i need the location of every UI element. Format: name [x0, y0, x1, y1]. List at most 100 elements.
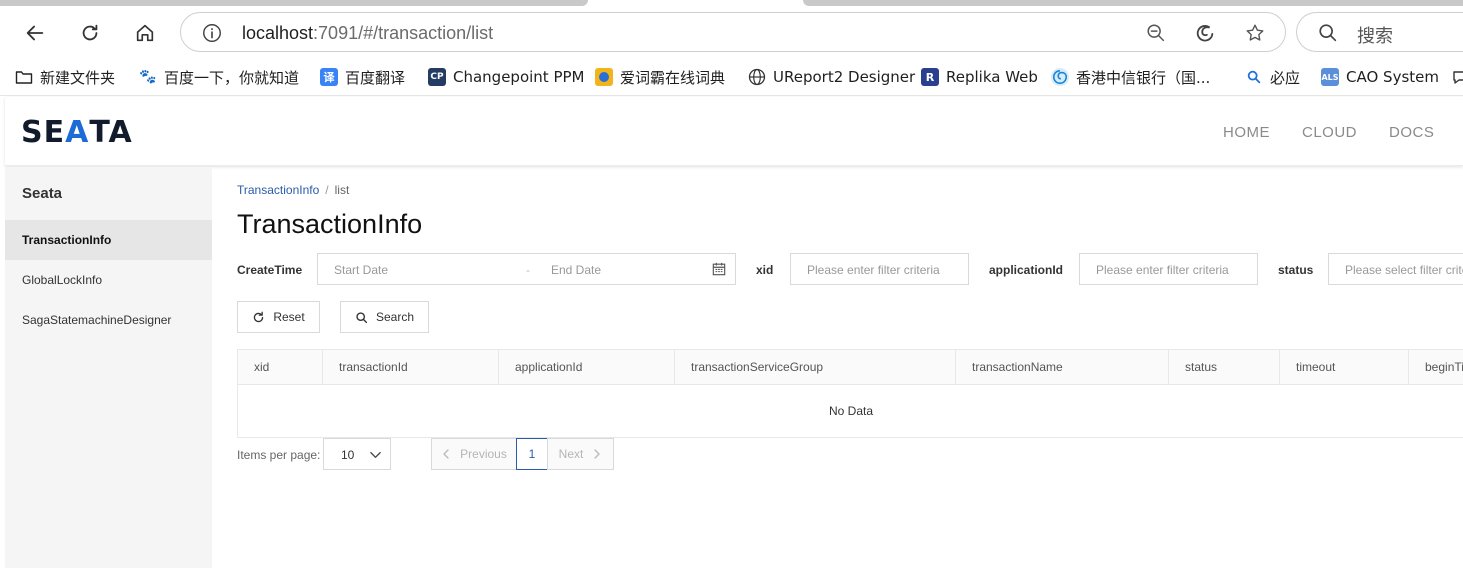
breadcrumb: TransactionInfo / list — [237, 183, 349, 197]
address-bar[interactable]: localhost:7091/#/transaction/list — [180, 12, 1286, 52]
applicationid-label: applicationId — [989, 263, 1064, 277]
nav-home[interactable]: HOME — [1223, 124, 1270, 141]
bookmark-label: 香港中信银行（国... — [1076, 68, 1211, 87]
seata-logo[interactable]: SE A TA — [21, 114, 133, 150]
status-select[interactable]: Please select filter criteria — [1328, 253, 1463, 285]
seata-app: SE A TA HOME CLOUD DOCS Seata TransactionI… — [5, 97, 1463, 568]
bookmark-label: 百度翻译 — [345, 68, 406, 87]
reset-icon — [254, 311, 264, 322]
bookmark-item[interactable]: CP Changepoint PPM — [428, 67, 584, 87]
bookmark-item[interactable]: 必应 — [1245, 67, 1300, 87]
reload-button[interactable] — [74, 18, 106, 48]
previous-page-button[interactable]: Previous — [431, 438, 517, 470]
page-title: TransactionInfo — [237, 209, 423, 239]
column-header-transactionservicegroup[interactable]: transactionServiceGroup — [675, 350, 956, 385]
browser-tab[interactable] — [803, 0, 1463, 6]
nav-docs[interactable]: DOCS — [1389, 124, 1434, 141]
sidebar-brand: Seata — [22, 185, 63, 202]
bookmark-item[interactable]: 爱词霸在线词典 — [595, 67, 725, 87]
status-label: status — [1278, 263, 1314, 277]
page-size-value: 10 — [341, 448, 355, 462]
column-header-applicationid[interactable]: applicationId — [499, 350, 675, 385]
home-button[interactable] — [129, 18, 161, 48]
table-header: xid transactionId applicationId transact… — [238, 350, 1463, 385]
bing-search-icon — [1245, 68, 1263, 86]
chevron-down-icon — [370, 451, 381, 458]
applicationid-placeholder: Please enter filter criteria — [1096, 263, 1229, 277]
bookmark-item[interactable]: 译 百度翻译 — [320, 67, 405, 87]
sidebar-item-sagastatemachinedesigner[interactable]: SagaStatemachineDesigner — [5, 300, 212, 340]
page-size-select[interactable]: 10 — [323, 438, 391, 470]
date-range-picker[interactable]: Start Date - End Date — [317, 253, 736, 285]
breadcrumb-parent[interactable]: TransactionInfo — [237, 183, 319, 197]
bookmark-label: 新建文件夹 — [40, 68, 116, 87]
search-button[interactable]: Search — [340, 301, 429, 333]
reload-icon — [82, 24, 98, 41]
previous-label: Previous — [460, 447, 507, 461]
replika-icon: R — [921, 68, 939, 86]
search-placeholder: 搜索 — [1357, 26, 1393, 47]
arrow-left-icon — [26, 25, 44, 41]
als-icon: ALS — [1321, 68, 1339, 86]
applicationid-input[interactable]: Please enter filter criteria — [1079, 253, 1258, 285]
column-header-transactionname[interactable]: transactionName — [956, 350, 1169, 385]
bookmark-item[interactable]: ALS CAO System — [1321, 67, 1439, 87]
bookmark-label: 百度一下，你就知道 — [164, 68, 300, 87]
browser-search-box[interactable]: 搜索 — [1296, 12, 1463, 52]
chevron-left-icon — [443, 449, 449, 459]
iciba-icon — [595, 68, 613, 86]
bookmark-label: UReport2 Designer — [773, 68, 916, 86]
column-header-timeout[interactable]: timeout — [1280, 350, 1409, 385]
breadcrumb-current: list — [334, 183, 350, 197]
changepoint-icon: CP — [428, 68, 446, 86]
home-icon — [136, 24, 154, 42]
url-text[interactable]: localhost:7091/#/transaction/list — [242, 23, 493, 44]
sidebar: Seata TransactionInfo GlobalLockInfo Sag… — [5, 167, 212, 568]
column-header-begintime[interactable]: beginTime — [1409, 350, 1463, 385]
bookmark-label: 爱词霸在线词典 — [620, 68, 726, 87]
app-header: SE A TA HOME CLOUD DOCS — [5, 97, 1463, 166]
sidebar-item-transactioninfo[interactable]: TransactionInfo — [5, 220, 212, 260]
baidu-paw-icon: 🐾 — [139, 69, 157, 85]
translate-icon: 译 — [320, 68, 338, 86]
search-icon — [1319, 24, 1337, 42]
sidebar-item-globallockinfo[interactable]: GlobalLockInfo — [5, 260, 212, 300]
logo-text: TA — [89, 114, 133, 150]
favorite-star-icon[interactable] — [1244, 22, 1266, 44]
bank-swirl-icon — [1051, 68, 1069, 86]
edge-extension-icon[interactable] — [1194, 22, 1216, 44]
bookmark-label: 必应 — [1270, 68, 1301, 87]
start-date-input[interactable]: Start Date — [334, 263, 388, 277]
browser-tab[interactable] — [0, 0, 588, 6]
bookmark-label: Changepoint PPM — [453, 68, 585, 86]
main-content: TransactionInfo / list TransactionInfo Cre… — [237, 167, 1463, 568]
column-header-transactionid[interactable]: transactionId — [323, 350, 499, 385]
browser-toolbar: localhost:7091/#/transaction/list 搜索 — [0, 8, 1463, 58]
search-icon — [356, 311, 368, 323]
zoom-out-icon[interactable] — [1145, 22, 1167, 44]
next-page-button[interactable]: Next — [547, 438, 614, 470]
bookmark-item[interactable]: 🐾 百度一下，你就知道 — [139, 67, 299, 87]
bookmark-label: CAO System — [1346, 68, 1439, 86]
bookmark-item[interactable]: 香港中信银行（国... — [1051, 67, 1210, 87]
page-1-button[interactable]: 1 — [516, 438, 548, 470]
chevron-right-icon — [594, 449, 601, 459]
bookmark-item[interactable]: 新建文件夹 — [15, 67, 115, 87]
createtime-label: CreateTime — [237, 263, 303, 277]
back-button[interactable] — [19, 18, 51, 48]
bookmark-overflow[interactable] — [1451, 67, 1463, 87]
xid-input[interactable]: Please enter filter criteria — [790, 253, 969, 285]
transaction-table: xid transactionId applicationId transact… — [237, 349, 1463, 438]
nav-cloud[interactable]: CLOUD — [1302, 124, 1357, 141]
column-header-xid[interactable]: xid — [238, 350, 323, 385]
column-header-status[interactable]: status — [1169, 350, 1280, 385]
reset-button[interactable]: Reset — [237, 301, 320, 333]
date-range-separator: - — [526, 263, 530, 277]
bookmark-label: Replika Web — [946, 68, 1038, 86]
info-icon[interactable] — [201, 22, 223, 44]
end-date-input[interactable]: End Date — [551, 263, 601, 277]
xid-label: xid — [756, 263, 774, 277]
bookmark-item[interactable]: R Replika Web — [921, 67, 1038, 87]
bookmark-item[interactable]: UReport2 Designer — [748, 67, 915, 87]
globe-icon — [748, 68, 766, 86]
